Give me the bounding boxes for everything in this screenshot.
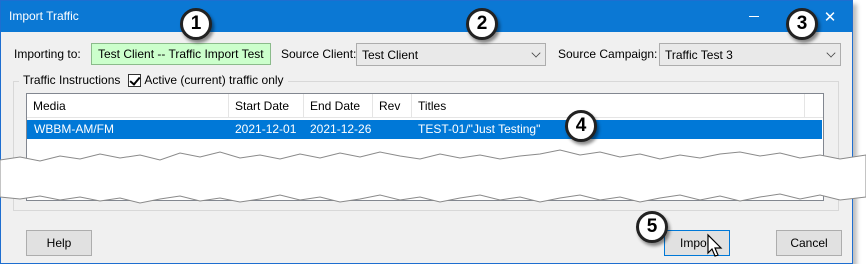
callout-5: 5: [636, 211, 668, 243]
minimize-button[interactable]: [737, 1, 771, 32]
source-client-select[interactable]: Test Client: [356, 43, 546, 66]
cell-end-date: 2021-12-26: [310, 122, 372, 136]
window-title: Import Traffic: [9, 9, 79, 23]
list-header: Media Start Date End Date Rev Titles: [27, 94, 823, 118]
torn-edge-divider: [0, 149, 866, 204]
help-button[interactable]: Help: [26, 230, 92, 256]
callout-3: 3: [786, 8, 818, 40]
mouse-cursor-icon: [707, 233, 723, 257]
importing-to-field: Test Client -- Traffic Import Test: [91, 43, 271, 65]
source-campaign-label: Source Campaign:: [558, 47, 658, 61]
callout-4: 4: [565, 110, 597, 142]
chevron-down-icon: [531, 48, 541, 58]
cell-start-date: 2021-12-01: [235, 122, 297, 136]
table-row[interactable]: WBBM-AM/FM 2021-12-01 2021-12-26 TEST-01…: [27, 120, 822, 139]
cell-titles: TEST-01/"Just Testing": [418, 122, 541, 136]
active-only-label[interactable]: Active (current) traffic only: [144, 73, 283, 87]
active-only-checkbox[interactable]: [128, 73, 142, 87]
source-client-label: Source Client:: [281, 47, 357, 61]
cell-media: WBBM-AM/FM: [34, 122, 114, 136]
traffic-instructions-label: Traffic Instructions: [23, 73, 121, 87]
column-rev[interactable]: Rev: [373, 94, 412, 118]
source-campaign-value: Traffic Test 3: [665, 48, 733, 62]
minimize-icon: [749, 16, 759, 17]
column-titles[interactable]: Titles: [412, 94, 805, 118]
column-end-date[interactable]: End Date: [304, 94, 373, 118]
column-start-date[interactable]: Start Date: [229, 94, 304, 118]
chevron-down-icon: [826, 48, 836, 58]
close-icon: ✕: [823, 8, 837, 26]
callout-2: 2: [466, 8, 498, 40]
source-client-value: Test Client: [362, 48, 419, 62]
group-header: Traffic Instructions Active (current) tr…: [19, 73, 288, 87]
callout-1: 1: [180, 8, 212, 40]
close-button[interactable]: ✕: [813, 1, 847, 32]
title-bar: Import Traffic ✕: [1, 1, 852, 32]
source-campaign-select[interactable]: Traffic Test 3: [659, 43, 841, 66]
cancel-button[interactable]: Cancel: [776, 230, 842, 256]
importing-to-label: Importing to:: [14, 47, 81, 61]
import-traffic-dialog: Import Traffic ✕ Importing to: Test Clie…: [0, 0, 853, 264]
column-media[interactable]: Media: [27, 94, 229, 118]
